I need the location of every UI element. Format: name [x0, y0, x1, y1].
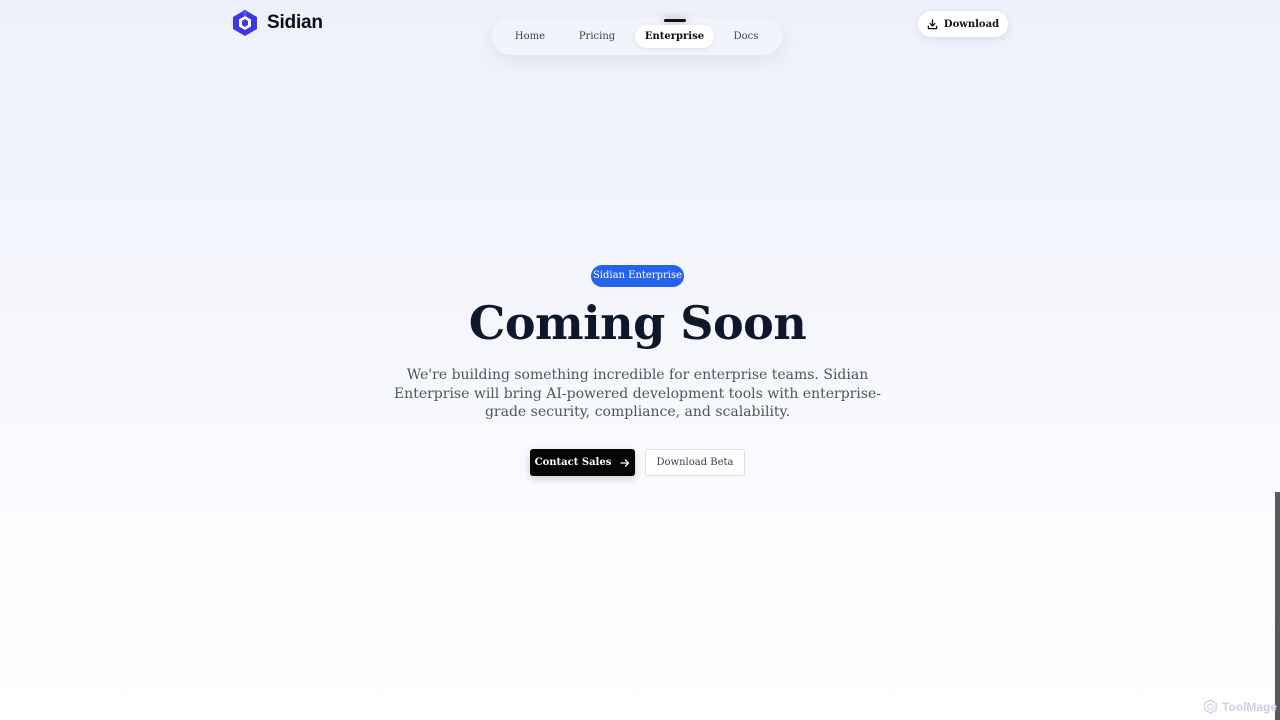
nav-item-home[interactable]: Home [504, 25, 556, 48]
contact-sales-label: Contact Sales [534, 457, 612, 468]
brand-logo[interactable]: Sidian [231, 9, 323, 37]
download-beta-button[interactable]: Download Beta [645, 449, 745, 476]
contact-sales-button[interactable]: Contact Sales [530, 449, 635, 476]
download-button[interactable]: Download [918, 11, 1008, 37]
main-nav: Home Pricing Enterprise Docs [492, 17, 782, 55]
hero-description: We're building something incredible for … [393, 367, 882, 420]
hero-title: Coming Soon [468, 296, 807, 350]
watermark: ToolMage [1203, 699, 1277, 714]
nav-item-enterprise[interactable]: Enterprise [635, 25, 714, 48]
toolmage-logo-icon [1204, 699, 1217, 714]
scrollbar-thumb[interactable] [1275, 492, 1280, 720]
arrow-right-icon [620, 458, 630, 467]
product-badge: Sidian Enterprise [591, 265, 684, 287]
theme-toggle-icon[interactable]: ☼ [1025, 18, 1033, 28]
cube-logo-icon [233, 10, 257, 36]
active-nav-marker [664, 19, 686, 22]
nav-item-pricing[interactable]: Pricing [569, 25, 625, 48]
download-label: Download [943, 18, 1000, 30]
watermark-text: ToolMage [1222, 699, 1278, 714]
nav-item-docs[interactable]: Docs [724, 25, 768, 48]
download-icon [927, 18, 938, 29]
brand-name: Sidian [267, 12, 323, 33]
